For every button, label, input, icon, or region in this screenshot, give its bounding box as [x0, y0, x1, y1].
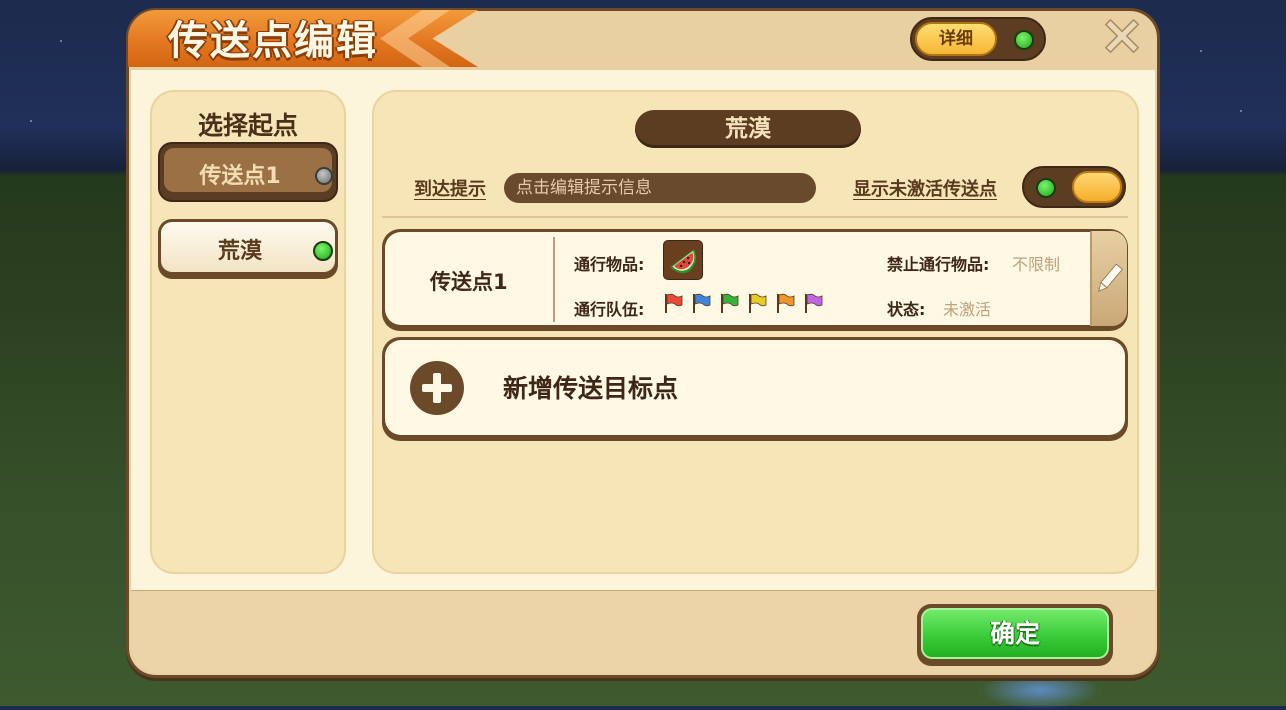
edit-teleport-point-button[interactable] — [1090, 231, 1127, 326]
card-separator — [553, 237, 555, 322]
confirm-button[interactable]: 确定 — [917, 604, 1113, 666]
star — [1200, 50, 1202, 52]
confirm-label: 确定 — [989, 619, 1040, 648]
star — [60, 40, 62, 42]
toggle-status-dot-icon — [1036, 178, 1056, 198]
pencil-icon — [1097, 263, 1124, 293]
pass-team-label: 通行队伍: — [574, 300, 645, 319]
watermelon-icon-graphic — [670, 249, 697, 274]
teleport-target-panel — [372, 90, 1139, 574]
detail-toggle[interactable]: 详细 — [910, 17, 1046, 61]
plus-icon[interactable] — [410, 361, 464, 415]
divider — [382, 216, 1128, 218]
watermelon-icon[interactable] — [663, 240, 703, 280]
active-status-dot-icon — [313, 241, 333, 261]
inactive-status-dot-icon — [315, 167, 333, 185]
team-flag-icon — [802, 292, 824, 314]
star — [1240, 110, 1242, 112]
start-point-item-label: 荒漠 — [217, 239, 262, 264]
toggle-knob[interactable] — [1072, 171, 1122, 203]
forbidden-item-value: 不限制 — [1012, 255, 1061, 274]
detail-button[interactable]: 详细 — [915, 22, 997, 56]
star — [30, 120, 32, 122]
start-point-item-1[interactable]: 传送点1 — [158, 142, 338, 202]
start-point-item-2[interactable]: 荒漠 — [158, 219, 338, 279]
add-target-label[interactable]: 新增传送目标点 — [503, 369, 678, 405]
close-icon[interactable]: ✕ — [1100, 12, 1144, 64]
dialog-title: 传送点编辑 — [168, 18, 378, 64]
detail-status-dot-icon — [1014, 30, 1034, 50]
team-flag-icon — [774, 292, 796, 314]
world-name-badge: 荒漠 — [635, 110, 861, 148]
arrive-hint-label[interactable]: 到达提示 — [414, 175, 486, 201]
show-inactive-label[interactable]: 显示未激活传送点 — [853, 175, 997, 201]
teleport-point-name: 传送点1 — [430, 270, 508, 294]
forbidden-item-label: 禁止通行物品: — [887, 255, 990, 274]
team-flag-icon — [718, 292, 740, 314]
team-flag-icon — [746, 292, 768, 314]
team-flag-icon — [690, 292, 712, 314]
add-target-card-face — [385, 340, 1125, 435]
status-label: 状态: — [887, 300, 926, 319]
add-target-card[interactable] — [382, 337, 1128, 441]
show-inactive-toggle[interactable] — [1022, 166, 1126, 208]
team-flag-icon — [662, 292, 684, 314]
arrive-hint-input[interactable]: 点击编辑提示信息 — [504, 173, 816, 203]
pass-item-label: 通行物品: — [574, 255, 645, 274]
start-point-item-label: 传送点1 — [199, 164, 281, 189]
status-value: 未激活 — [943, 300, 992, 319]
start-point-title: 选择起点 — [197, 111, 298, 140]
